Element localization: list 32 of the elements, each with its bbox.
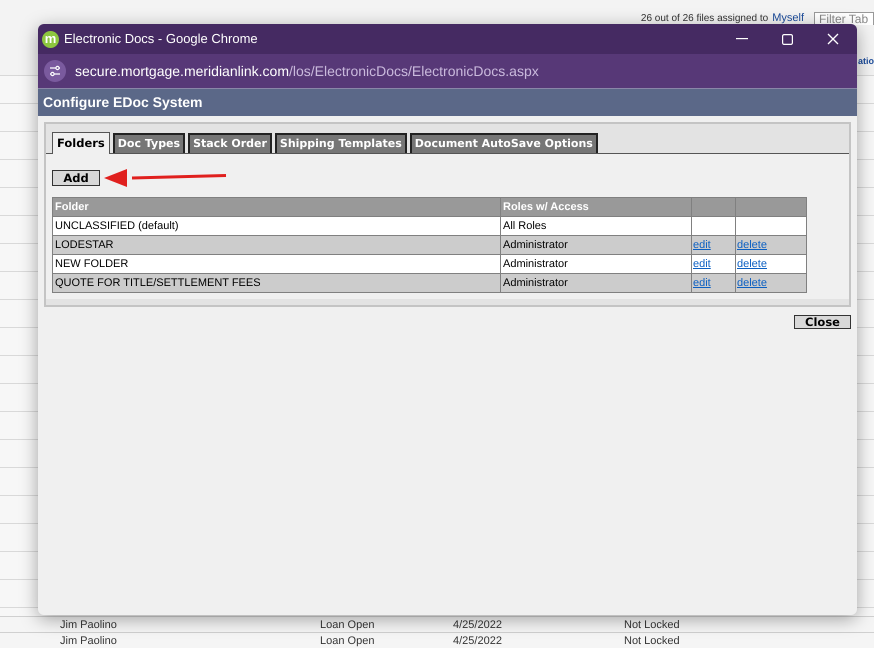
column-header: Roles w/ Access [500,198,692,216]
table-cell-text: Loan Open [320,634,376,648]
myself-link[interactable]: Myself [772,10,804,26]
close-icon[interactable] [827,33,839,45]
table-cell: Not Locked [624,618,680,632]
window-title: Electronic Docs - Google Chrome [64,30,258,48]
table-cell: QUOTE FOR TITLE/SETTLEMENT FEES [52,274,500,292]
app-logo: m [42,30,59,48]
url-text[interactable]: secure.mortgage.meridianlink.com/los/ElectronicDocs/ElectronicDocs.aspx [75,60,539,82]
table-cell-text: Jim Paolino [60,618,118,632]
tab[interactable]: Stack Order [188,133,272,153]
column-heading: atio [858,55,874,68]
table-cell-text: 4/25/2022 [453,618,503,632]
site-settings-icon[interactable] [44,60,66,82]
filter-field[interactable]: Filter Tab [814,12,874,25]
minimize-icon[interactable] [736,38,748,40]
tab[interactable]: Shipping Templates [274,133,407,153]
table-cell-text: Loan Open [320,618,376,632]
close-button[interactable]: Close [794,315,851,329]
assigned-count-text: 26 out of 26 files assigned to [640,12,768,26]
arrow-icon [102,168,228,188]
table-cell: Not Locked [624,634,680,648]
maximize-icon[interactable] [782,34,793,44]
table-cell-text: 4/25/2022 [453,634,503,648]
column-header: Folder [52,198,500,216]
tab[interactable]: Document AutoSave Options [410,133,598,153]
add-button[interactable]: Add [52,170,100,186]
tab[interactable]: Folders [52,132,110,154]
page-title: Configure EDoc System [43,93,202,112]
tab[interactable]: Doc Types [112,133,186,153]
table-cell-text: Jim Paolino [60,634,118,648]
table-cell: Administrator [500,274,692,292]
